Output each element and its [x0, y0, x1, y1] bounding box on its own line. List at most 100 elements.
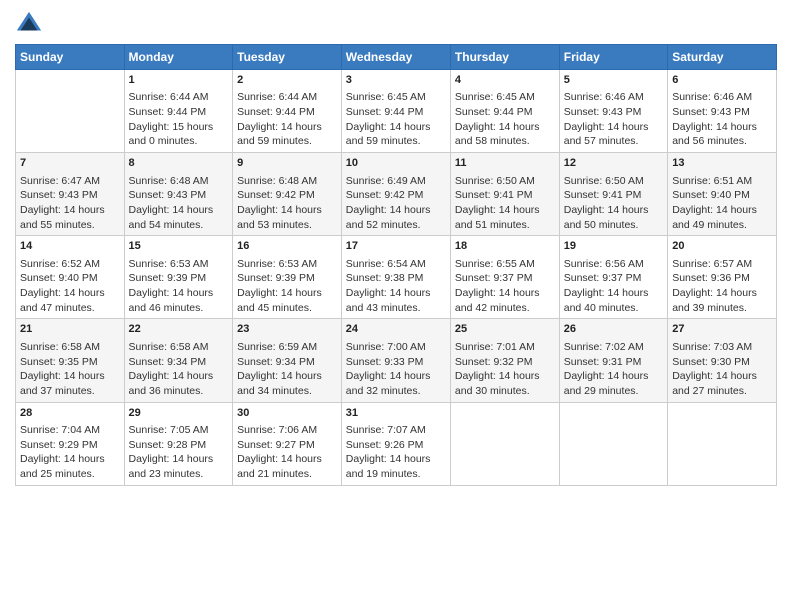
sunrise-text: Sunrise: 6:56 AM	[564, 257, 663, 272]
daylight-text: Daylight: 14 hours and 40 minutes.	[564, 286, 663, 315]
sunrise-text: Sunrise: 6:47 AM	[20, 174, 120, 189]
sunrise-text: Sunrise: 7:04 AM	[20, 423, 120, 438]
calendar-cell: 9Sunrise: 6:48 AMSunset: 9:42 PMDaylight…	[233, 153, 342, 236]
calendar-cell: 3Sunrise: 6:45 AMSunset: 9:44 PMDaylight…	[341, 70, 450, 153]
day-number: 27	[672, 322, 772, 337]
sunset-text: Sunset: 9:30 PM	[672, 355, 772, 370]
sunrise-text: Sunrise: 6:46 AM	[564, 90, 663, 105]
sunset-text: Sunset: 9:34 PM	[237, 355, 337, 370]
daylight-text: Daylight: 14 hours and 27 minutes.	[672, 369, 772, 398]
calendar-cell: 27Sunrise: 7:03 AMSunset: 9:30 PMDayligh…	[668, 319, 777, 402]
daylight-text: Daylight: 14 hours and 29 minutes.	[564, 369, 663, 398]
day-number: 18	[455, 239, 555, 254]
logo-icon	[15, 10, 43, 38]
day-number: 7	[20, 156, 120, 171]
day-number: 21	[20, 322, 120, 337]
day-number: 31	[346, 406, 446, 421]
sunset-text: Sunset: 9:36 PM	[672, 271, 772, 286]
sunrise-text: Sunrise: 6:45 AM	[346, 90, 446, 105]
day-number: 8	[129, 156, 229, 171]
day-number: 11	[455, 156, 555, 171]
sunset-text: Sunset: 9:41 PM	[564, 188, 663, 203]
day-number: 1	[129, 73, 229, 88]
sunrise-text: Sunrise: 6:59 AM	[237, 340, 337, 355]
day-number: 29	[129, 406, 229, 421]
sunrise-text: Sunrise: 7:05 AM	[129, 423, 229, 438]
week-row-2: 14Sunrise: 6:52 AMSunset: 9:40 PMDayligh…	[16, 236, 777, 319]
sunset-text: Sunset: 9:32 PM	[455, 355, 555, 370]
day-number: 3	[346, 73, 446, 88]
header-day-thursday: Thursday	[450, 45, 559, 70]
sunrise-text: Sunrise: 6:52 AM	[20, 257, 120, 272]
calendar-cell: 19Sunrise: 6:56 AMSunset: 9:37 PMDayligh…	[559, 236, 667, 319]
sunrise-text: Sunrise: 6:58 AM	[20, 340, 120, 355]
header-day-sunday: Sunday	[16, 45, 125, 70]
sunset-text: Sunset: 9:27 PM	[237, 438, 337, 453]
sunset-text: Sunset: 9:43 PM	[129, 188, 229, 203]
sunrise-text: Sunrise: 7:07 AM	[346, 423, 446, 438]
sunset-text: Sunset: 9:33 PM	[346, 355, 446, 370]
day-number: 5	[564, 73, 663, 88]
sunrise-text: Sunrise: 7:06 AM	[237, 423, 337, 438]
daylight-text: Daylight: 14 hours and 36 minutes.	[129, 369, 229, 398]
daylight-text: Daylight: 14 hours and 32 minutes.	[346, 369, 446, 398]
daylight-text: Daylight: 14 hours and 50 minutes.	[564, 203, 663, 232]
calendar-cell: 26Sunrise: 7:02 AMSunset: 9:31 PMDayligh…	[559, 319, 667, 402]
sunset-text: Sunset: 9:43 PM	[564, 105, 663, 120]
daylight-text: Daylight: 14 hours and 55 minutes.	[20, 203, 120, 232]
calendar-cell: 31Sunrise: 7:07 AMSunset: 9:26 PMDayligh…	[341, 402, 450, 485]
daylight-text: Daylight: 14 hours and 25 minutes.	[20, 452, 120, 481]
day-number: 24	[346, 322, 446, 337]
sunrise-text: Sunrise: 6:57 AM	[672, 257, 772, 272]
day-number: 28	[20, 406, 120, 421]
sunset-text: Sunset: 9:42 PM	[237, 188, 337, 203]
sunset-text: Sunset: 9:43 PM	[20, 188, 120, 203]
day-number: 10	[346, 156, 446, 171]
calendar-cell: 2Sunrise: 6:44 AMSunset: 9:44 PMDaylight…	[233, 70, 342, 153]
day-number: 15	[129, 239, 229, 254]
calendar-cell: 8Sunrise: 6:48 AMSunset: 9:43 PMDaylight…	[124, 153, 233, 236]
daylight-text: Daylight: 14 hours and 59 minutes.	[237, 120, 337, 149]
daylight-text: Daylight: 14 hours and 53 minutes.	[237, 203, 337, 232]
calendar-cell: 30Sunrise: 7:06 AMSunset: 9:27 PMDayligh…	[233, 402, 342, 485]
day-number: 2	[237, 73, 337, 88]
day-number: 17	[346, 239, 446, 254]
calendar-cell: 25Sunrise: 7:01 AMSunset: 9:32 PMDayligh…	[450, 319, 559, 402]
sunrise-text: Sunrise: 6:49 AM	[346, 174, 446, 189]
daylight-text: Daylight: 14 hours and 21 minutes.	[237, 452, 337, 481]
logo	[15, 10, 47, 38]
sunrise-text: Sunrise: 6:51 AM	[672, 174, 772, 189]
calendar-cell: 24 Sunrise: 7:00 AMSunset: 9:33 PMDayligh…	[341, 319, 450, 402]
day-number: 9	[237, 156, 337, 171]
week-row-4: 28Sunrise: 7:04 AMSunset: 9:29 PMDayligh…	[16, 402, 777, 485]
calendar-cell: 20Sunrise: 6:57 AMSunset: 9:36 PMDayligh…	[668, 236, 777, 319]
week-row-3: 21 Sunrise: 6:58 AMSunset: 9:35 PM Dayligh…	[16, 319, 777, 402]
sunset-text: Sunset: 9:39 PM	[237, 271, 337, 286]
calendar-cell: 14Sunrise: 6:52 AMSunset: 9:40 PMDayligh…	[16, 236, 125, 319]
calendar-cell: 16Sunrise: 6:53 AMSunset: 9:39 PMDayligh…	[233, 236, 342, 319]
day-number: 20	[672, 239, 772, 254]
calendar-cell	[450, 402, 559, 485]
calendar-cell: 15Sunrise: 6:53 AMSunset: 9:39 PMDayligh…	[124, 236, 233, 319]
sunset-text: Sunset: 9:35 PM	[20, 355, 120, 370]
sunset-text: Sunset: 9:41 PM	[455, 188, 555, 203]
daylight-text: Daylight: 14 hours and 49 minutes.	[672, 203, 772, 232]
header-day-tuesday: Tuesday	[233, 45, 342, 70]
daylight-text: Daylight: 14 hours and 51 minutes.	[455, 203, 555, 232]
calendar-cell: 23Sunrise: 6:59 AMSunset: 9:34 PMDayligh…	[233, 319, 342, 402]
page-header	[15, 10, 777, 38]
calendar-table: SundayMondayTuesdayWednesdayThursdayFrid…	[15, 44, 777, 486]
sunrise-text: Sunrise: 7:00 AM	[346, 340, 446, 355]
day-number: 14	[20, 239, 120, 254]
daylight-text: Daylight: 14 hours and 34 minutes.	[237, 369, 337, 398]
header-day-monday: Monday	[124, 45, 233, 70]
sunrise-text: Sunrise: 6:48 AM	[129, 174, 229, 189]
calendar-cell: 10Sunrise: 6:49 AMSunset: 9:42 PMDayligh…	[341, 153, 450, 236]
sunrise-text: Sunrise: 6:46 AM	[672, 90, 772, 105]
sunrise-text: Sunrise: 6:44 AM	[237, 90, 337, 105]
sunrise-text: Sunrise: 6:44 AM	[129, 90, 229, 105]
sunset-text: Sunset: 9:37 PM	[564, 271, 663, 286]
daylight-text: Daylight: 14 hours and 30 minutes.	[455, 369, 555, 398]
calendar-cell: 13Sunrise: 6:51 AMSunset: 9:40 PMDayligh…	[668, 153, 777, 236]
calendar-cell	[16, 70, 125, 153]
